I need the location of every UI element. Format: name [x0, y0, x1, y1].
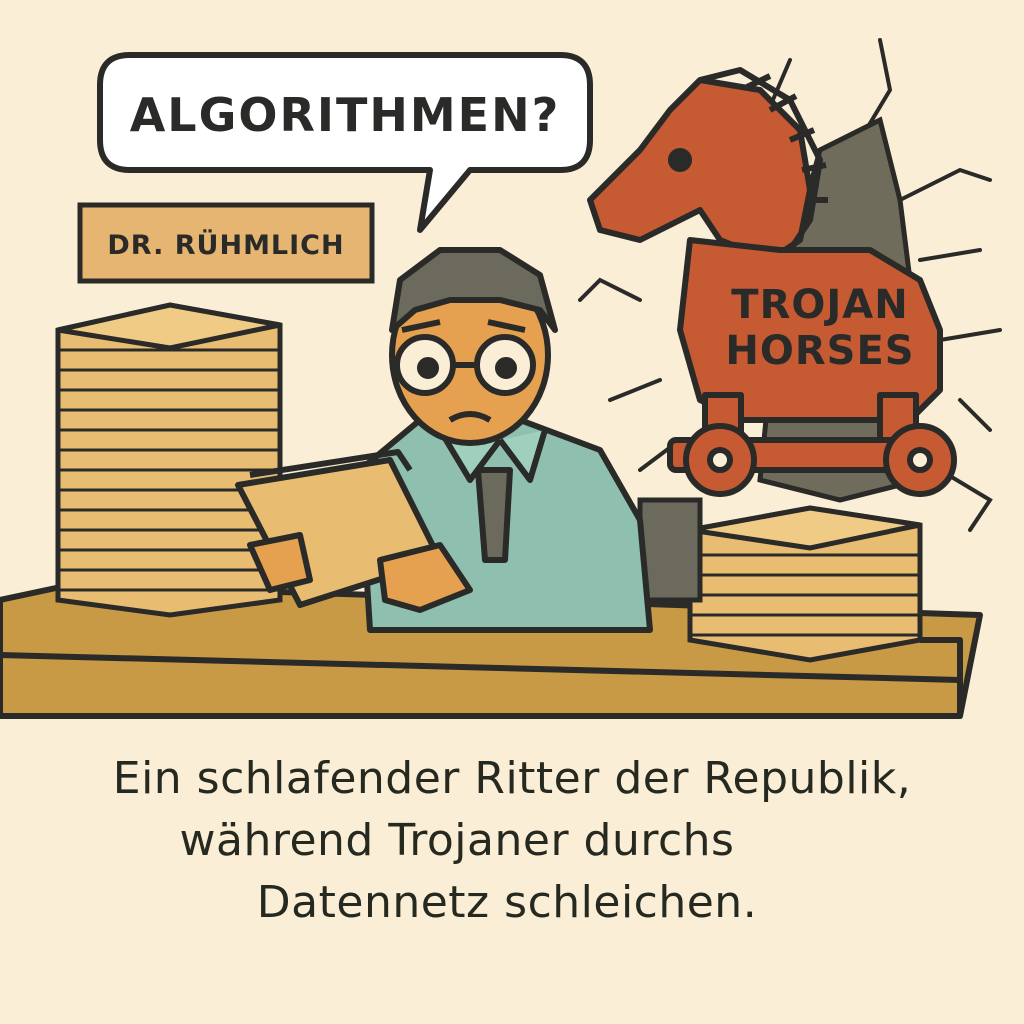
- caption-line-3: Datennetz schleichen.: [256, 877, 758, 928]
- speech-bubble-text: ALGORITHMEN?: [130, 88, 561, 142]
- caption-line-2: während Trojaner durchs: [179, 815, 735, 866]
- paper-stack-left: [55, 302, 283, 618]
- paper-stack-right: [687, 505, 923, 663]
- horse-label-line2: HORSES: [725, 328, 914, 374]
- caption-line-1: Ein schlafender Ritter der Republik,: [112, 753, 912, 804]
- chair: [637, 497, 703, 603]
- horse-label-line1: TROJAN: [731, 282, 908, 328]
- comic-panel: TROJAN HORSES ALGORITHMEN? DR. RÜHMLICH …: [0, 0, 1024, 1024]
- name-plate-text: DR. RÜHMLICH: [107, 228, 344, 261]
- caption: Ein schlafender Ritter der Republik, wäh…: [0, 748, 1024, 934]
